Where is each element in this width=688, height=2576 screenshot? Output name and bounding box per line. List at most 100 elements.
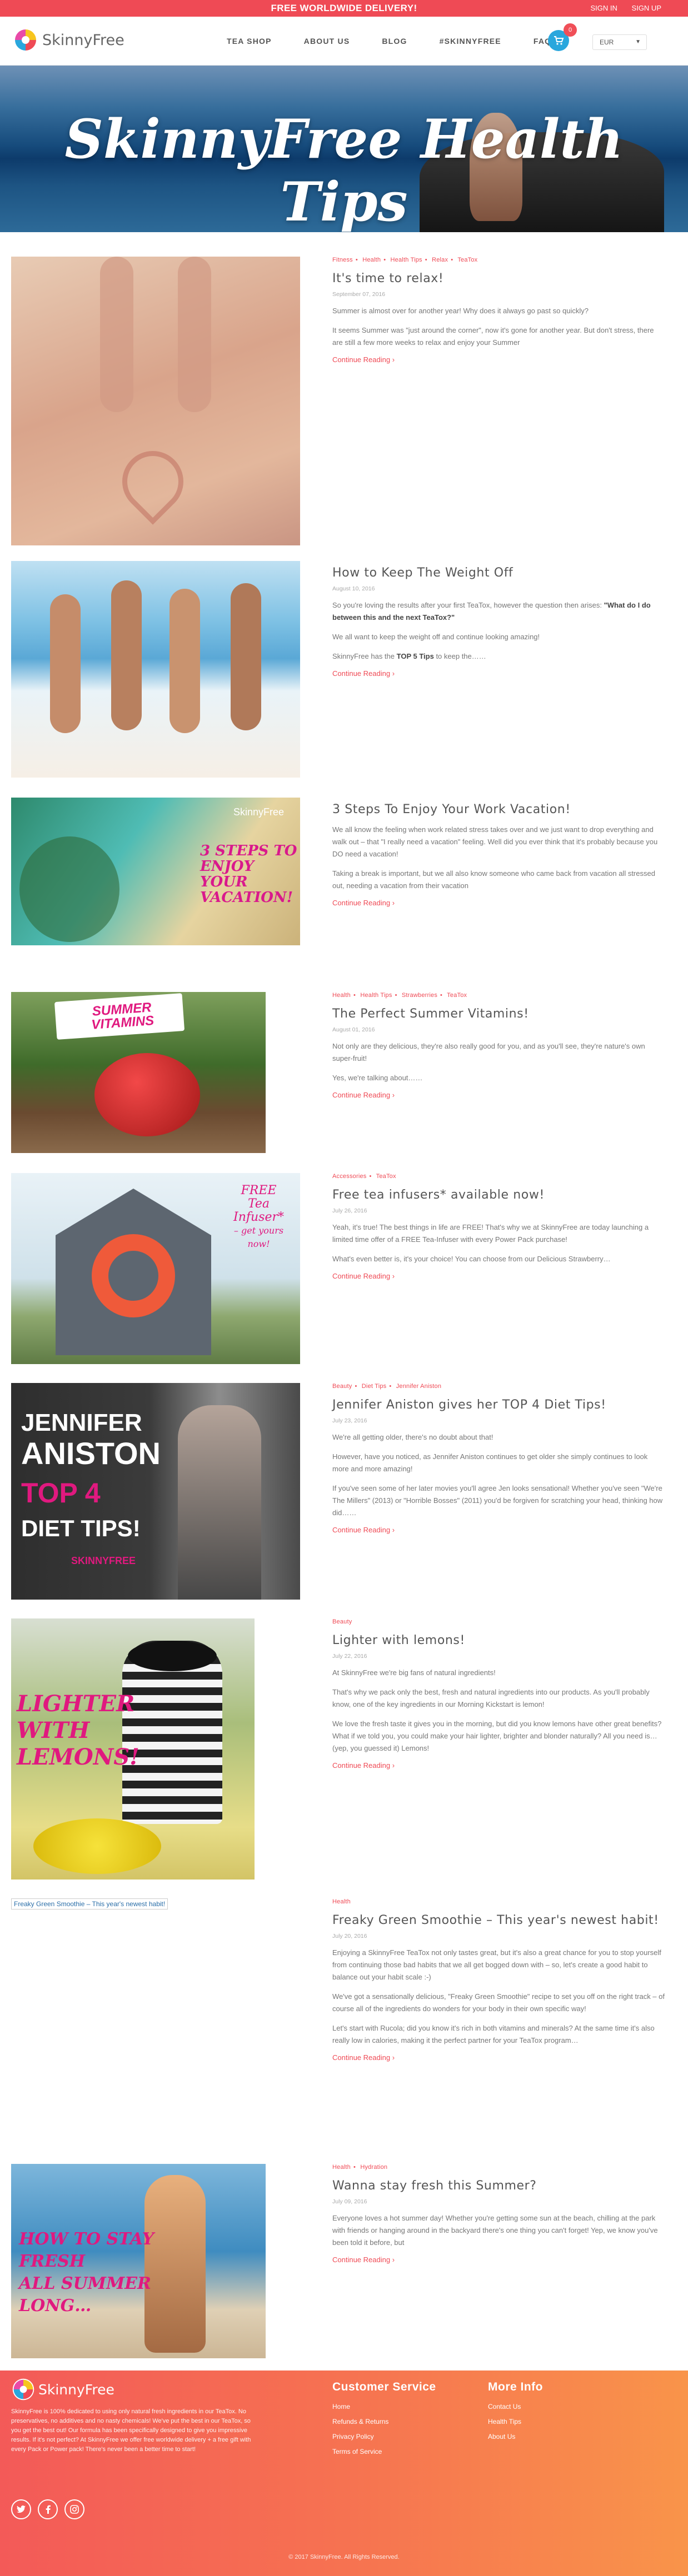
post-excerpt: We're all getting older, there's no doub… <box>332 1433 493 1441</box>
post-title[interactable]: Lighter with lemons! <box>332 1633 666 1647</box>
promo-bar: FREE WORLDWIDE DELIVERY! SIGN IN SIGN UP <box>0 0 688 17</box>
post-title[interactable]: 3 Steps To Enjoy Your Work Vacation! <box>332 803 666 816</box>
category-link[interactable]: Health Tips <box>391 257 422 263</box>
post-categories: Accessories • TeaTox <box>332 1173 396 1180</box>
post-title[interactable]: Freaky Green Smoothie – This year's newe… <box>332 1913 666 1927</box>
category-link[interactable]: Health <box>332 1898 351 1905</box>
footer-link-home[interactable]: Home <box>332 2403 436 2410</box>
site-logo[interactable]: SkinnyFree <box>12 27 124 53</box>
category-link[interactable]: Hydration <box>360 2164 387 2171</box>
category-link[interactable]: Strawberries <box>402 992 437 999</box>
footer-link-privacy[interactable]: Privacy Policy <box>332 2433 436 2440</box>
nav-about-us[interactable]: ABOUT US <box>304 37 350 46</box>
category-link[interactable]: Jennifer Aniston <box>396 1383 441 1390</box>
facebook-icon[interactable] <box>38 2499 58 2519</box>
account-links: SIGN IN SIGN UP <box>579 0 662 17</box>
cart-count-badge: 0 <box>564 23 577 37</box>
category-link[interactable]: Accessories <box>332 1173 367 1180</box>
continue-reading-link[interactable]: Continue Reading › <box>332 1091 666 1099</box>
site-footer: SkinnyFree SkinnyFree is 100% dedicated … <box>0 2370 688 2576</box>
logo-swirl-icon <box>14 28 37 52</box>
category-link[interactable]: Health <box>332 992 351 999</box>
category-link[interactable]: Diet Tips <box>362 1383 387 1390</box>
continue-reading-link[interactable]: Continue Reading › <box>332 1526 666 1534</box>
post-title[interactable]: The Perfect Summer Vitamins! <box>332 1007 666 1021</box>
post-excerpt: Summer is almost over for another year! … <box>332 307 589 315</box>
post-thumbnail[interactable] <box>11 257 300 545</box>
footer-link-terms[interactable]: Terms of Service <box>332 2448 436 2455</box>
footer-link-about[interactable]: About Us <box>488 2433 543 2440</box>
post-excerpt: SkinnyFree has the TOP 5 Tips to keep th… <box>332 650 666 663</box>
continue-reading-link[interactable]: Continue Reading › <box>332 1272 666 1280</box>
continue-reading-link[interactable]: Continue Reading › <box>332 1761 666 1770</box>
chevron-down-icon: ▼ <box>635 39 641 45</box>
nav-blog[interactable]: BLOG <box>382 37 407 46</box>
instagram-icon[interactable] <box>64 2499 84 2519</box>
post-title[interactable]: Free tea infusers* available now! <box>332 1188 666 1202</box>
cart-button[interactable]: 0 <box>548 23 577 51</box>
broken-image[interactable]: Freaky Green Smoothie – This year's newe… <box>11 1898 168 1910</box>
logo-swirl-icon <box>12 2378 34 2400</box>
post-title[interactable]: It's time to relax! <box>332 272 666 285</box>
nav-skinnyfree-hashtag[interactable]: #SKINNYFREE <box>440 37 501 46</box>
post-excerpt: Yeah, it's true! The best things in life… <box>332 1223 649 1244</box>
category-link[interactable]: Health <box>332 2164 351 2171</box>
continue-reading-link[interactable]: Continue Reading › <box>332 355 666 364</box>
category-link[interactable]: Health <box>362 257 381 263</box>
continue-reading-link[interactable]: Continue Reading › <box>332 2053 666 2062</box>
continue-reading-link[interactable]: Continue Reading › <box>332 899 666 907</box>
post-title[interactable]: Jennifer Aniston gives her TOP 4 Diet Ti… <box>332 1398 666 1412</box>
post-excerpt: We all want to keep the weight off and c… <box>332 633 540 641</box>
category-link[interactable]: TeaTox <box>447 992 467 999</box>
post-excerpt: Everyone loves a hot summer day! Whether… <box>332 2214 658 2247</box>
post-title[interactable]: Wanna stay fresh this Summer? <box>332 2179 666 2193</box>
category-link[interactable]: Beauty <box>332 1383 352 1390</box>
sign-in-link[interactable]: SIGN IN <box>591 4 617 12</box>
nav-tea-shop[interactable]: TEA SHOP <box>227 37 272 46</box>
continue-reading-link[interactable]: Continue Reading › <box>332 2256 666 2264</box>
continue-reading-link[interactable]: Continue Reading › <box>332 669 666 678</box>
footer-logo[interactable]: SkinnyFree <box>11 2377 114 2402</box>
hero-banner: SkinnyFree Health Tips <box>0 66 688 232</box>
twitter-icon[interactable] <box>11 2499 31 2519</box>
excerpt-text: to keep the…… <box>433 652 486 660</box>
post-thumbnail[interactable] <box>11 561 300 778</box>
category-link[interactable]: Health Tips <box>360 992 392 999</box>
footer-link-refunds[interactable]: Refunds & Returns <box>332 2418 436 2425</box>
post-thumbnail[interactable]: FREE Tea Infuser* – get yours now! <box>11 1173 300 1364</box>
currency-value: EUR <box>600 38 614 46</box>
caption-line: – get yours <box>233 1225 284 1236</box>
footer-column-title: Customer Service <box>332 2380 436 2393</box>
caption-line: JENNIFER <box>21 1409 142 1436</box>
post-thumbnail[interactable]: LIGHTER WITH LEMONS! <box>11 1618 255 1880</box>
post-thumbnail[interactable]: 3 STEPS TO ENJOY YOUR VACATION! SkinnyFr… <box>11 798 300 945</box>
copyright: © 2017 SkinnyFree. All Rights Reserved. <box>288 2554 400 2560</box>
main-nav: TEA SHOP ABOUT US BLOG #SKINNYFREE FAQ <box>227 37 584 46</box>
caption-line: WITH <box>17 1717 90 1743</box>
person-shape <box>50 594 81 733</box>
footer-column-title: More Info <box>488 2380 543 2393</box>
post-excerpt: Not only are they delicious, they're als… <box>332 1042 645 1063</box>
caption-line: DIET TIPS! <box>21 1515 141 1541</box>
footer-link-contact[interactable]: Contact Us <box>488 2403 543 2410</box>
post-body: Beauty Lighter with lemons! July 22, 201… <box>332 1618 666 1770</box>
footer-link-health-tips[interactable]: Health Tips <box>488 2418 543 2425</box>
post-title[interactable]: How to Keep The Weight Off <box>332 566 666 580</box>
post-date: July 09, 2016 <box>332 2198 367 2205</box>
lifebuoy-shape <box>92 1234 175 1317</box>
category-link[interactable]: TeaTox <box>376 1173 396 1180</box>
caption-line: 3 STEPS TO <box>200 843 297 859</box>
sign-up-link[interactable]: SIGN UP <box>632 4 661 12</box>
category-link[interactable]: Relax <box>432 257 448 263</box>
post-excerpt: What's even better is, it's your choice!… <box>332 1255 611 1263</box>
category-link[interactable]: Fitness <box>332 257 353 263</box>
category-link[interactable]: TeaTox <box>457 257 477 263</box>
post-date: August 01, 2016 <box>332 1026 375 1033</box>
caption-line: LEMONS! <box>17 1744 139 1770</box>
post-body: 3 Steps To Enjoy Your Work Vacation! We … <box>332 798 666 907</box>
currency-select[interactable]: EUR ▼ <box>592 34 647 50</box>
category-link[interactable]: Beauty <box>332 1618 352 1625</box>
post-thumbnail[interactable]: HOW TO STAY FRESH ALL SUMMER LONG… <box>11 2164 266 2358</box>
post-thumbnail[interactable]: SUMMER VITAMINS <box>11 992 266 1153</box>
post-thumbnail[interactable]: JENNIFER ANISTON TOP 4 DIET TIPS! SKINNY… <box>11 1383 300 1600</box>
